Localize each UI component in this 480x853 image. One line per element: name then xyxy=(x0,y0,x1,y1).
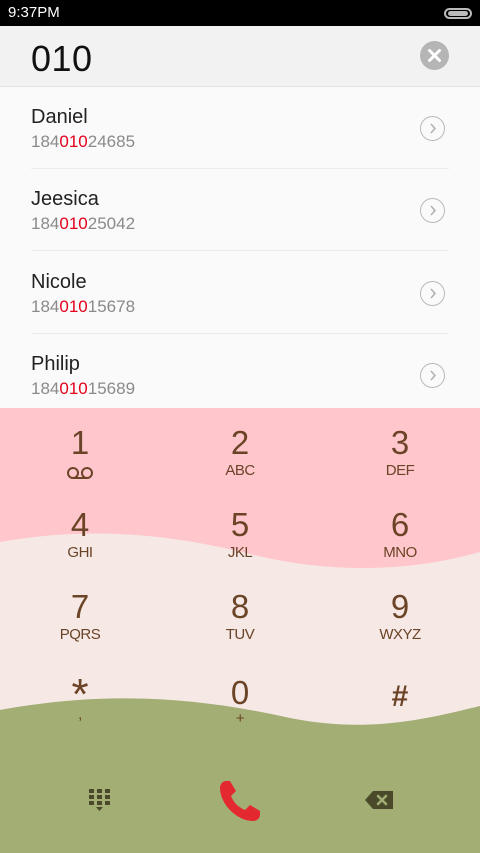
key-7[interactable]: 7 PQRS xyxy=(0,572,160,654)
contact-number: 18401015689 xyxy=(31,379,135,399)
key-star[interactable]: * , xyxy=(0,654,160,736)
key-digit: 4 xyxy=(70,506,90,543)
key-letters: DEF xyxy=(385,462,415,479)
dial-search-bar: 010 xyxy=(0,26,480,87)
key-8[interactable]: 8 TUV xyxy=(160,572,320,654)
key-letters: WXYZ xyxy=(379,626,421,643)
contact-row[interactable]: Daniel 18401024685 xyxy=(0,87,480,169)
contact-name: Philip xyxy=(31,353,80,375)
key-digit: 0 xyxy=(230,674,250,711)
key-letters: ABC xyxy=(225,462,255,479)
key-letters: GHI xyxy=(67,544,93,561)
key-2[interactable]: 2 ABC xyxy=(160,408,320,490)
number-match: 010 xyxy=(59,132,88,151)
dialed-number: 010 xyxy=(31,38,93,79)
contact-detail-button[interactable] xyxy=(420,116,445,141)
chevron-right-icon xyxy=(430,370,437,381)
number-suffix: 15678 xyxy=(87,297,136,316)
key-0[interactable]: 0 + xyxy=(160,654,320,736)
clear-icon xyxy=(428,49,441,62)
contact-row[interactable]: Nicole 18401015678 xyxy=(0,252,480,334)
number-suffix: 15689 xyxy=(87,379,136,398)
contact-detail-button[interactable] xyxy=(420,281,445,306)
key-3[interactable]: 3 DEF xyxy=(320,408,480,490)
key-letters: TUV xyxy=(225,626,255,643)
dialpad-icon xyxy=(89,789,110,811)
key-letters: MNO xyxy=(383,544,417,561)
number-prefix: 184 xyxy=(31,132,60,151)
key-letters: PQRS xyxy=(59,626,101,643)
key-6[interactable]: 6 MNO xyxy=(320,490,480,572)
contact-name: Nicole xyxy=(31,271,87,293)
number-prefix: 184 xyxy=(31,379,60,398)
key-digit: # xyxy=(391,680,409,713)
key-5[interactable]: 5 JKL xyxy=(160,490,320,572)
status-time: 9:37PM xyxy=(8,4,60,21)
chevron-right-icon xyxy=(430,288,437,299)
key-digit: 9 xyxy=(390,588,410,625)
backspace-button[interactable] xyxy=(340,768,420,832)
contact-name: Daniel xyxy=(31,106,88,128)
divider xyxy=(31,250,449,251)
chevron-right-icon xyxy=(430,205,437,216)
number-suffix: 25042 xyxy=(87,214,136,233)
contact-number: 18401015678 xyxy=(31,297,135,317)
contact-row[interactable]: Jeesica 18401025042 xyxy=(0,169,480,251)
backspace-icon xyxy=(365,791,393,809)
contact-detail-button[interactable] xyxy=(420,363,445,388)
contact-detail-button[interactable] xyxy=(420,198,445,223)
key-letters: , xyxy=(78,706,82,723)
key-1[interactable]: 1 xyxy=(0,408,160,490)
key-digit: 5 xyxy=(230,506,250,543)
clear-button[interactable] xyxy=(420,41,449,70)
voicemail-icon xyxy=(67,467,93,479)
contact-row[interactable]: Philip 18401015689 xyxy=(0,334,480,408)
key-4[interactable]: 4 GHI xyxy=(0,490,160,572)
number-match: 010 xyxy=(59,214,88,233)
contact-name: Jeesica xyxy=(31,188,99,210)
key-hash[interactable]: # xyxy=(320,654,480,736)
call-button[interactable] xyxy=(200,763,280,837)
key-9[interactable]: 9 WXYZ xyxy=(320,572,480,654)
chevron-right-icon xyxy=(430,123,437,134)
contact-number: 18401025042 xyxy=(31,214,135,234)
phone-icon xyxy=(220,781,260,821)
key-digit: 1 xyxy=(70,424,90,461)
key-digit: 7 xyxy=(70,588,90,625)
contact-number: 18401024685 xyxy=(31,132,135,152)
number-prefix: 184 xyxy=(31,297,60,316)
key-digit: 8 xyxy=(230,588,250,625)
dialpad: 1 2 ABC 3 DEF 4 GHI 5 JKL 6 MNO 7 PQRS 8… xyxy=(0,408,480,853)
status-bar: 9:37PM xyxy=(0,0,480,26)
key-digit: 2 xyxy=(230,424,250,461)
number-prefix: 184 xyxy=(31,214,60,233)
key-digit: 6 xyxy=(390,506,410,543)
key-letters: + xyxy=(235,710,245,727)
number-suffix: 24685 xyxy=(87,132,136,151)
number-match: 010 xyxy=(59,297,88,316)
battery-icon xyxy=(444,8,472,19)
key-digit: 3 xyxy=(390,424,410,461)
key-letters: JKL xyxy=(227,544,253,561)
number-match: 010 xyxy=(59,379,88,398)
contact-results-list: Daniel 18401024685 Jeesica 18401025042 N… xyxy=(0,87,480,408)
dialpad-toggle-button[interactable] xyxy=(60,768,140,832)
